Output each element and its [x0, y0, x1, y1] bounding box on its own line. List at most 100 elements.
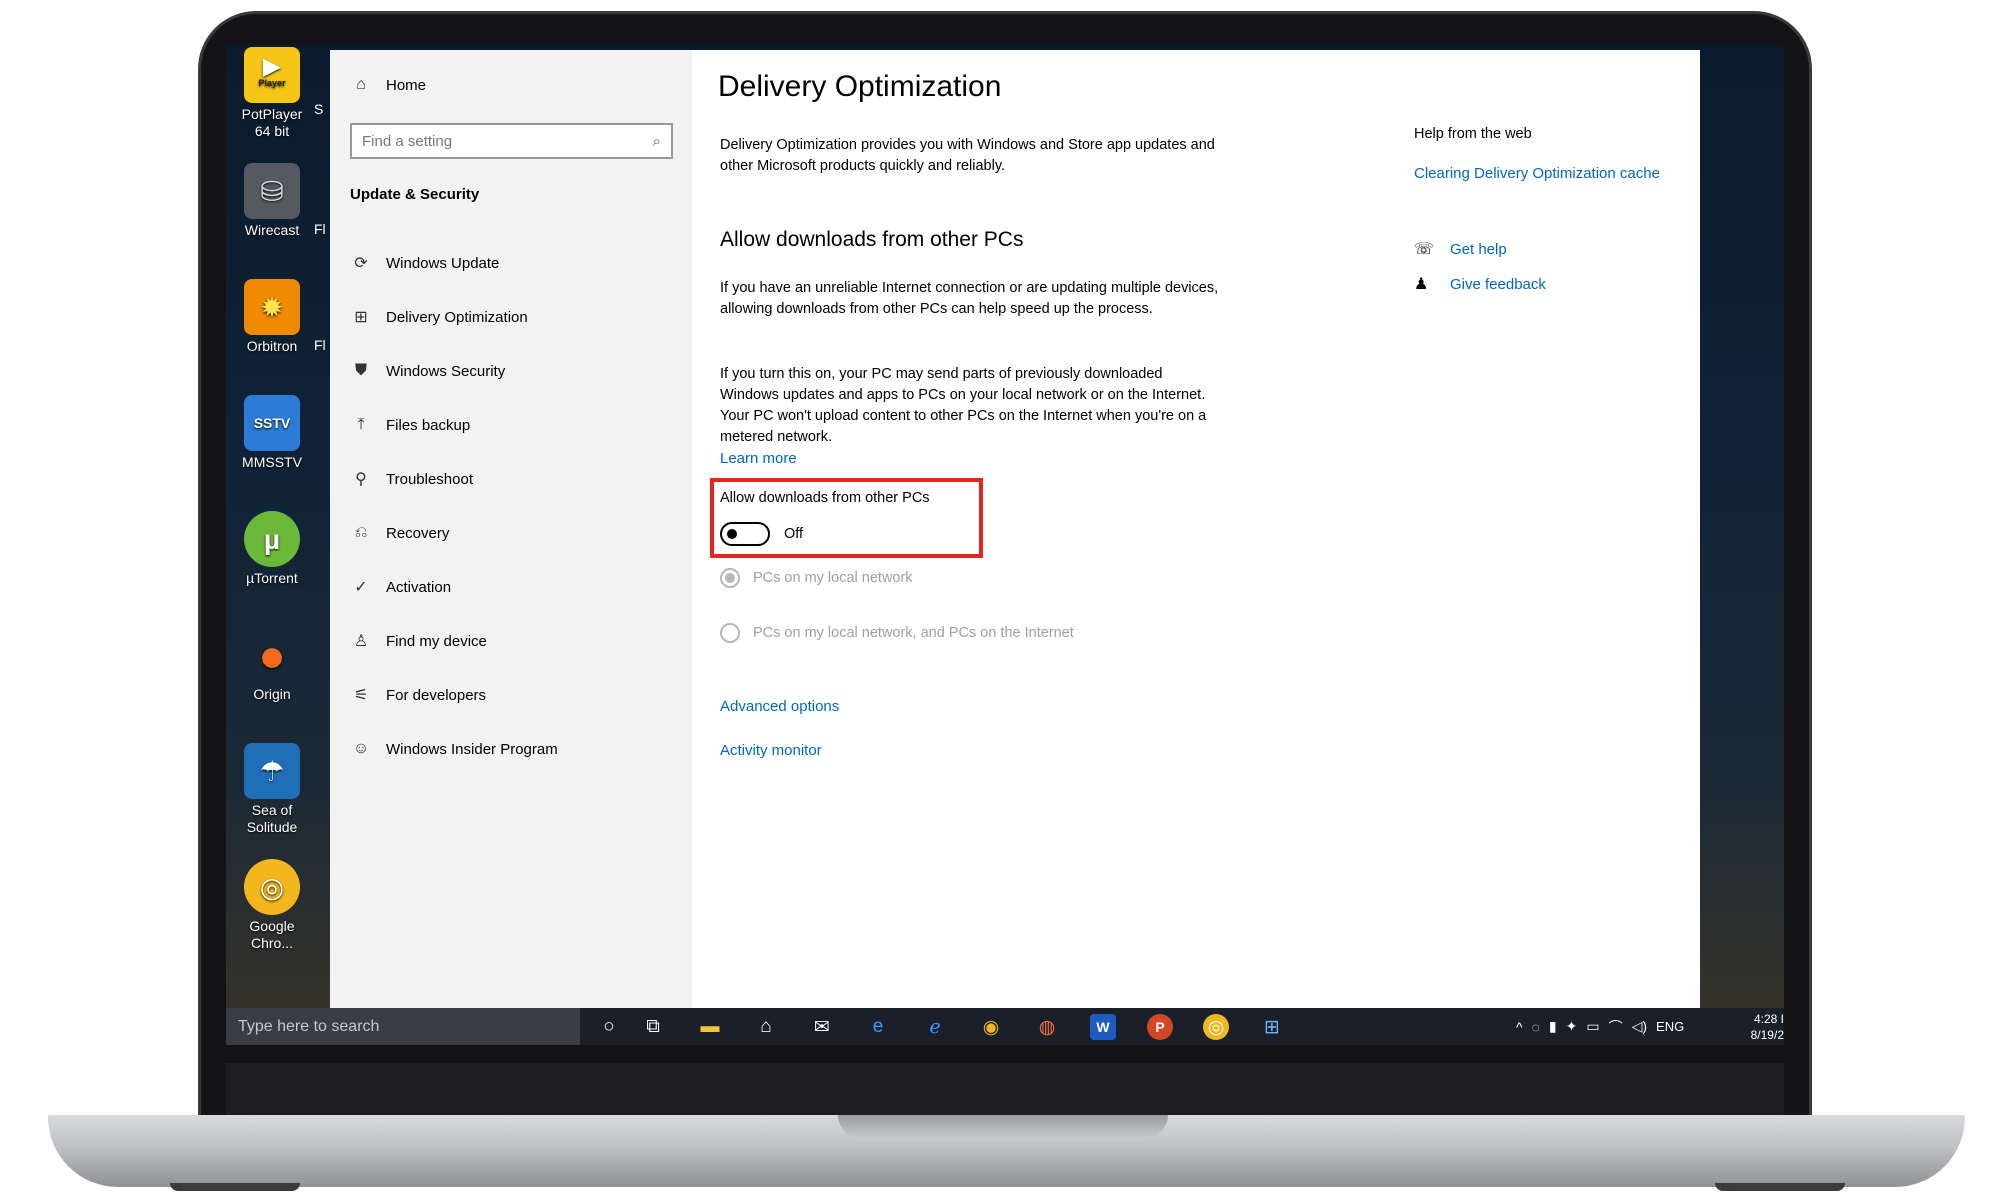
settings-content: Delivery Optimization Delivery Optimizat…: [692, 50, 1700, 1008]
nav-label: Windows Security: [386, 362, 506, 380]
chrome-canary-desktop-icon: ◎: [244, 859, 300, 915]
orbitron-icon: ✹: [244, 279, 300, 335]
chevron-up-icon[interactable]: ^: [1516, 1019, 1523, 1035]
network-app-icon[interactable]: ⊞: [1259, 1014, 1285, 1040]
desktop-icon-orbitron[interactable]: ✹ Orbitron: [236, 279, 308, 355]
taskbar: Type here to search ○ ⧉ ▬ ⌂ ✉ e ℯ ◉ ◍ W …: [226, 1008, 1784, 1045]
wrench-icon: ⚲: [355, 471, 367, 488]
origin-icon: ●: [258, 628, 286, 681]
explanation-paragraph-1: If you have an unreliable Internet conne…: [720, 280, 1219, 317]
ie-icon[interactable]: ℯ: [922, 1014, 948, 1040]
desktop-icon-mmsstv[interactable]: SSTV MMSSTV: [236, 395, 308, 471]
taskbar-search-input[interactable]: Type here to search: [226, 1008, 580, 1045]
nav-files-backup[interactable]: ⤒ Files backup: [350, 410, 470, 440]
nav-recovery[interactable]: ⎌ Recovery: [350, 518, 450, 548]
page-title: Delivery Optimization: [718, 70, 1002, 103]
shield-icon: ⛊: [354, 362, 367, 379]
toggle-knob: [727, 529, 737, 539]
battery-icon[interactable]: ▭: [1586, 1018, 1599, 1035]
nav-label: Windows Insider Program: [386, 740, 558, 758]
nav-for-developers[interactable]: ⚟ For developers: [350, 680, 486, 710]
firefox-icon[interactable]: ◍: [1034, 1014, 1060, 1040]
section-heading: Allow downloads from other PCs: [720, 228, 1024, 251]
nav-label: Recovery: [386, 524, 450, 542]
desktop-icon-label: MMSSTV: [242, 454, 302, 470]
store-icon[interactable]: ⌂: [753, 1014, 779, 1040]
intro-text: Delivery Optimization provides you with …: [720, 137, 1215, 174]
sliders-icon: ⚟: [353, 687, 369, 704]
feedback-icon: ♟: [1414, 276, 1429, 293]
wirecast-icon: ⛁: [244, 163, 300, 219]
laptop-notch: [838, 1115, 1168, 1139]
edge-icon[interactable]: e: [865, 1014, 891, 1040]
advanced-options-link[interactable]: Advanced options: [720, 696, 1220, 717]
nav-windows-update[interactable]: ⟳ Windows Update: [350, 248, 499, 278]
activity-monitor-link[interactable]: Activity monitor: [720, 740, 1220, 761]
settings-window: ⌂ Home Find a setting ⌕ Update & Securit…: [330, 50, 1700, 1008]
word-icon[interactable]: W: [1090, 1014, 1116, 1040]
chrome-icon[interactable]: ◉: [978, 1014, 1004, 1040]
tray-app-icon[interactable]: ◌: [1532, 1019, 1540, 1035]
wifi-icon[interactable]: ⌒: [1609, 1017, 1623, 1037]
desktop-icon-utorrent[interactable]: µ µTorrent: [236, 511, 308, 587]
chrome-canary-icon[interactable]: ◎: [1203, 1014, 1229, 1040]
desktop-icon-google-chrome[interactable]: ◎ Google Chro...: [236, 859, 308, 952]
radio-label: PCs on my local network, and PCs on the …: [753, 625, 1074, 641]
get-help-label: Get help: [1450, 240, 1507, 258]
give-feedback-link[interactable]: ♟ Give feedback: [1414, 274, 1546, 294]
file-explorer-icon[interactable]: ▬: [697, 1014, 723, 1040]
dropbox-icon[interactable]: ✦: [1566, 1018, 1578, 1035]
nav-label: Find my device: [386, 632, 487, 650]
find-setting-placeholder: Find a setting: [362, 132, 453, 150]
radio-indicator: [720, 623, 740, 643]
section-title: Update & Security: [350, 186, 480, 203]
nav-windows-insider-program[interactable]: ☺ Windows Insider Program: [350, 734, 558, 764]
get-help-link[interactable]: ☏ Get help: [1414, 239, 1507, 259]
settings-sidebar: ⌂ Home Find a setting ⌕ Update & Securit…: [330, 50, 692, 1008]
powerpoint-icon[interactable]: P: [1147, 1014, 1173, 1040]
nav-label: Files backup: [386, 416, 471, 434]
desktop-icon-wirecast[interactable]: ⛁ Wirecast: [236, 163, 308, 239]
language-indicator[interactable]: ENG: [1656, 1019, 1684, 1034]
nav-home[interactable]: ⌂ Home: [350, 70, 426, 100]
system-tray: ^ ◌ ▮ ✦ ▭ ⌒ ◁) ENG: [1516, 1008, 1684, 1045]
cortana-icon[interactable]: ○: [596, 1014, 622, 1040]
desktop-icon-origin[interactable]: ● Origin: [236, 627, 308, 703]
nav-activation[interactable]: ✓ Activation: [350, 572, 451, 602]
radio-local-and-internet[interactable]: PCs on my local network, and PCs on the …: [720, 623, 1074, 643]
nav-label: For developers: [386, 686, 487, 704]
find-setting-input[interactable]: Find a setting ⌕: [350, 123, 673, 159]
learn-more-link[interactable]: Learn more: [720, 448, 1220, 469]
laptop-foot-right: [1715, 1183, 1845, 1191]
mail-icon[interactable]: ✉: [809, 1014, 835, 1040]
search-icon: ⌕: [652, 132, 661, 150]
desktop-icon-potplayer[interactable]: ▶ Player PotPlayer 64 bit: [236, 47, 308, 140]
allow-downloads-toggle[interactable]: [720, 522, 770, 546]
desktop-icon-label: Orbitron: [246, 338, 298, 354]
toggle-label: Allow downloads from other PCs: [720, 490, 930, 506]
utorrent-icon: µ: [244, 511, 300, 567]
nav-delivery-optimization[interactable]: ⊞ Delivery Optimization: [350, 302, 527, 332]
give-feedback-label: Give feedback: [1450, 275, 1546, 293]
clock-time: 4:28 I: [1753, 1012, 1784, 1026]
task-view-icon[interactable]: ⧉: [640, 1014, 666, 1040]
nav-label: Troubleshoot: [386, 470, 473, 488]
clock-date: 8/19/2: [1750, 1028, 1784, 1042]
microphone-icon[interactable]: ▮: [1549, 1018, 1557, 1035]
laptop-chin: [226, 1063, 1784, 1115]
nav-windows-security[interactable]: ⛊ Windows Security: [350, 356, 505, 386]
desktop-icon-label: µTorrent: [246, 570, 298, 586]
laptop-foot-left: [170, 1183, 300, 1191]
insider-cat-icon: ☺: [352, 740, 370, 757]
person-location-icon: ♙: [353, 633, 369, 650]
get-help-icon: ☏: [1414, 241, 1435, 258]
check-circle-icon: ✓: [354, 579, 368, 596]
desktop-icon-sea-of-solitude[interactable]: ☂ Sea of Solitude: [236, 743, 308, 836]
volume-icon[interactable]: ◁): [1632, 1018, 1647, 1035]
nav-troubleshoot[interactable]: ⚲ Troubleshoot: [350, 464, 473, 494]
clearing-cache-link[interactable]: Clearing Delivery Optimization cache: [1414, 165, 1660, 182]
radio-local-network[interactable]: PCs on my local network: [720, 568, 913, 588]
clock[interactable]: 4:28 I 8/19/2: [1736, 1011, 1784, 1043]
nav-label: Windows Update: [386, 254, 500, 272]
nav-find-my-device[interactable]: ♙ Find my device: [350, 626, 487, 656]
